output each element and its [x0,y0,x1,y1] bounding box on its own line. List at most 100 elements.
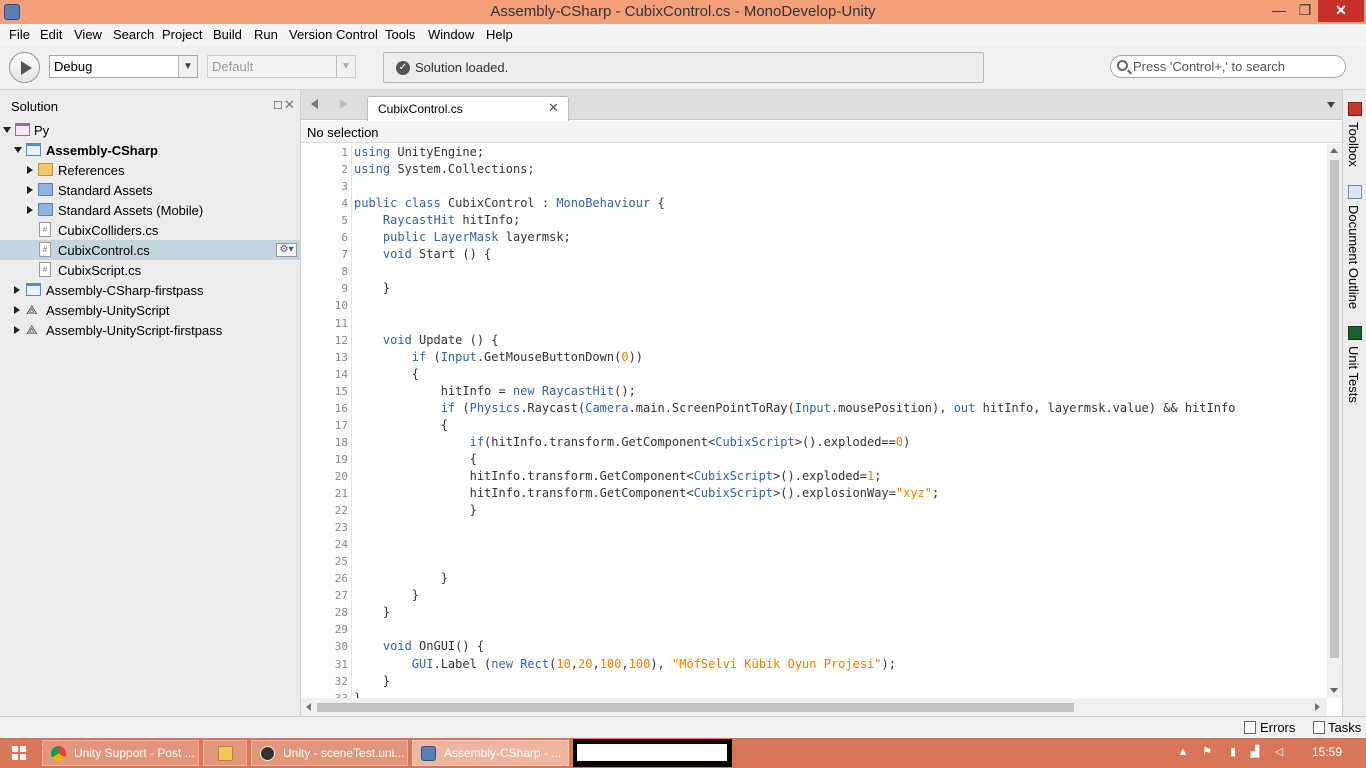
code-line[interactable]: 15 hitInfo = new RaycastHit(); [301,383,1327,400]
scroll-left-icon[interactable] [306,703,311,711]
run-button[interactable] [9,52,40,83]
code-line[interactable]: 31 GUI.Label (new Rect(10,20,100,100), "… [301,656,1327,673]
tasks-button[interactable]: Tasks [1328,720,1361,735]
code-line[interactable]: 11 [301,315,1327,332]
vertical-scrollbar[interactable] [1327,144,1342,698]
tree-item-standard-assets-mobile[interactable]: Standard Assets (Mobile) [0,200,300,220]
code-line[interactable]: 5 RaycastHit hitInfo; [301,212,1327,229]
code-line[interactable]: 16 if (Physics.Raycast(Camera.main.Scree… [301,400,1327,417]
errors-button[interactable]: Errors [1260,720,1295,735]
code-line[interactable]: 23 [301,519,1327,536]
code-line[interactable]: 29 [301,621,1327,638]
taskbar-item-chrome[interactable]: Unity Support - Post ... [42,740,199,766]
chevron-down-icon[interactable] [3,127,11,133]
close-icon[interactable]: ✕ [284,97,295,113]
code-line[interactable]: 33} [301,690,1327,698]
tab-cubixcontrol[interactable]: CubixControl.cs ✕ [367,96,569,121]
taskbar-item-unity[interactable]: Unity - sceneTest.uni... [251,740,408,766]
tree-item-references[interactable]: References [0,160,300,180]
code-line[interactable]: 21 hitInfo.transform.GetComponent<CubixS… [301,485,1327,502]
scroll-down-icon[interactable] [1330,688,1338,693]
code-line[interactable]: 4 public class CubixControl : MonoBehavio… [301,195,1327,212]
dock-icon[interactable] [274,101,282,109]
menu-window[interactable]: Window [428,27,474,42]
menu-file[interactable]: File [9,27,30,42]
show-hidden-icons[interactable]: ▲ [1176,745,1190,759]
chevron-right-icon[interactable] [14,286,20,294]
tree-item-standard-assets[interactable]: Standard Assets [0,180,300,200]
horizontal-scrollbar[interactable] [301,698,1327,716]
tree-item-cubixscript[interactable]: # CubixScript.cs [0,260,300,280]
code-line[interactable]: 28 } [301,604,1327,621]
code-line[interactable]: 25 [301,553,1327,570]
scrollbar-thumb[interactable] [317,703,1074,712]
code-line[interactable]: 17 { [301,417,1327,434]
chevron-right-icon[interactable] [27,166,33,174]
global-search[interactable] [1110,55,1346,78]
taskbar-item-monodevelop[interactable]: Assembly-CSharp - ... [412,740,569,766]
code-line[interactable]: 2 using System.Collections; [301,161,1327,178]
chevron-down-icon[interactable] [14,147,22,153]
flag-icon[interactable]: ⚑ [1200,745,1214,759]
chevron-right-icon[interactable] [14,326,20,334]
code-line[interactable]: 27 } [301,587,1327,604]
menu-version-control[interactable]: Version Control [289,27,378,42]
tree-item-assembly-csharp[interactable]: Assembly-CSharp [0,140,300,160]
code-line[interactable]: 3 [301,178,1327,195]
code-line[interactable]: 22 } [301,502,1327,519]
network-icon[interactable]: ▟ [1248,745,1262,759]
code-line[interactable]: 32 } [301,673,1327,690]
code-line[interactable]: 7 void Start () { [301,246,1327,263]
maximize-button[interactable]: ❐ [1292,0,1318,22]
windows-start-icon[interactable] [12,746,26,760]
code-line[interactable]: 26 } [301,570,1327,587]
menu-help[interactable]: Help [486,27,513,42]
code-line[interactable]: 13 if (Input.GetMouseButtonDown(0)) [301,349,1327,366]
chevron-right-icon[interactable] [27,206,33,214]
code-line[interactable]: 1 using UnityEngine; [301,144,1327,161]
code-line[interactable]: 19 { [301,451,1327,468]
code-line[interactable]: 12 void Update () { [301,332,1327,349]
scrollbar-thumb[interactable] [1330,160,1339,658]
scroll-right-icon[interactable] [1315,703,1320,711]
code-view[interactable]: 1 using UnityEngine; 2 using System.Collect… [301,144,1342,698]
tab-list-chevron-icon[interactable] [1327,102,1335,108]
tree-item-cubixcontrol[interactable]: # CubixControl.cs ⚙▾ [0,240,300,260]
chevron-right-icon[interactable] [14,306,20,314]
code-line[interactable]: 14 { [301,366,1327,383]
menu-edit[interactable]: Edit [40,27,62,42]
configuration-select[interactable]: Debug ▼ [49,55,198,78]
minimize-button[interactable]: — [1266,0,1292,22]
code-line[interactable]: 18 if(hitInfo.transform.GetComponent<Cub… [301,434,1327,451]
menu-tools[interactable]: Tools [385,27,415,42]
tree-item-assembly-unityscript[interactable]: ⟁ Assembly-UnityScript [0,300,300,320]
code-line[interactable]: 8 [301,263,1327,280]
menu-run[interactable]: Run [254,27,278,42]
close-button[interactable]: ✕ [1318,0,1364,22]
code-line[interactable]: 30 void OnGUI() { [301,638,1327,655]
menu-project[interactable]: Project [162,27,202,42]
search-input[interactable] [1133,58,1338,75]
volume-muted-icon[interactable]: ◁ [1272,745,1286,759]
menu-build[interactable]: Build [213,27,242,42]
path-bar[interactable]: No selection [301,121,1342,143]
clock[interactable]: 15:59 [1312,745,1342,759]
scroll-up-icon[interactable] [1330,148,1338,153]
code-line[interactable]: 6 public LayerMask layermsk; [301,229,1327,246]
tree-item-assembly-unityscript-firstpass[interactable]: ⟁ Assembly-UnityScript-firstpass [0,320,300,340]
menu-search[interactable]: Search [113,27,154,42]
taskbar-item-file-explorer[interactable] [203,740,247,766]
menu-view[interactable]: View [74,27,102,42]
code-line[interactable]: 9 } [301,280,1327,297]
battery-icon[interactable]: ▮ [1226,745,1240,759]
tree-item-assembly-csharp-firstpass[interactable]: Assembly-CSharp-firstpass [0,280,300,300]
code-line[interactable]: 10 [301,297,1327,314]
navigate-forward-icon[interactable] [340,99,347,109]
gear-icon[interactable]: ⚙▾ [276,243,297,257]
code-line[interactable]: 24 [301,536,1327,553]
chevron-right-icon[interactable] [27,186,33,194]
navigate-back-icon[interactable] [311,99,318,109]
close-icon[interactable]: ✕ [548,100,559,116]
code-line[interactable]: 20 hitInfo.transform.GetComponent<CubixS… [301,468,1327,485]
tree-item-cubixcolliders[interactable]: # CubixColliders.cs [0,220,300,240]
